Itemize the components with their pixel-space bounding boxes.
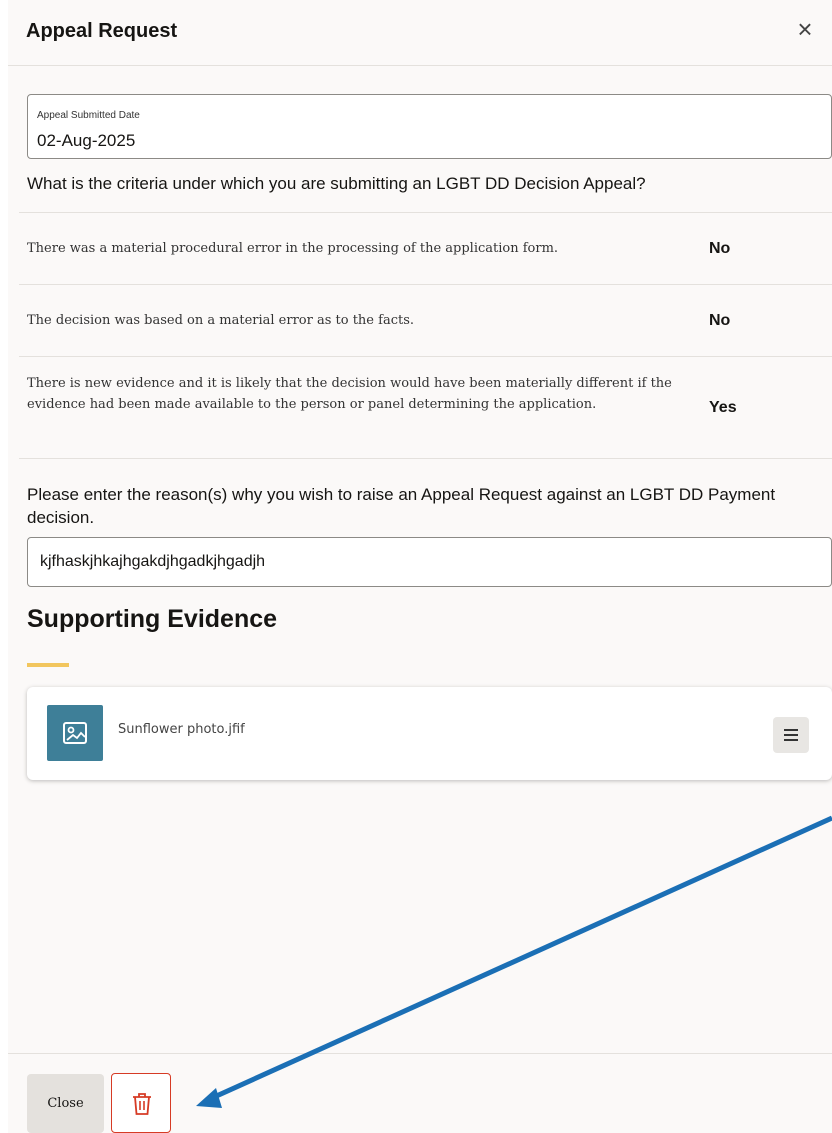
criteria-row-text: The decision was based on a material err… xyxy=(27,313,415,328)
file-menu-icon[interactable] xyxy=(773,717,809,753)
row-divider xyxy=(19,458,832,459)
criteria-row-answer: No xyxy=(709,312,731,329)
dialog-header: Appeal Request × xyxy=(8,0,832,66)
reason-input-value: kjfhaskjhkajhgakdjhgadkjhgadjh xyxy=(40,553,266,570)
reason-question: Please enter the reason(s) why you wish … xyxy=(27,485,776,527)
file-name[interactable]: Sunflower photo.jfif xyxy=(118,722,245,737)
close-button[interactable]: Close xyxy=(27,1074,104,1133)
close-icon[interactable]: × xyxy=(792,16,818,42)
criteria-row: The decision was based on a material err… xyxy=(19,284,832,356)
criteria-row-answer: No xyxy=(709,240,731,257)
date-field-value: 02-Aug-2025 xyxy=(37,131,136,150)
trash-icon xyxy=(133,1093,151,1115)
delete-button[interactable] xyxy=(111,1073,171,1133)
criteria-row-text: There is new evidence and it is likely t… xyxy=(27,376,672,412)
criteria-row-text: There was a material procedural error in… xyxy=(27,241,559,256)
appeal-request-dialog: Appeal Request × Appeal Submitted Date 0… xyxy=(8,0,832,1133)
appeal-submitted-date-field[interactable]: Appeal Submitted Date 02-Aug-2025 xyxy=(27,94,832,159)
image-icon xyxy=(47,705,103,761)
criteria-row: There is new evidence and it is likely t… xyxy=(19,356,832,458)
file-card[interactable]: Sunflower photo.jfif xyxy=(27,687,832,780)
dialog-footer: Close xyxy=(8,1053,832,1133)
reason-input[interactable]: kjfhaskjhkajhgakdjhgadkjhgadjh xyxy=(27,537,832,587)
criteria-row: There was a material procedural error in… xyxy=(19,212,832,284)
supporting-evidence-heading: Supporting Evidence xyxy=(27,605,278,633)
heading-accent-bar xyxy=(27,663,69,667)
date-field-label: Appeal Submitted Date xyxy=(37,110,140,121)
criteria-row-answer: Yes xyxy=(709,399,737,416)
criteria-question: What is the criteria under which you are… xyxy=(27,174,646,193)
dialog-title: Appeal Request xyxy=(26,20,178,42)
